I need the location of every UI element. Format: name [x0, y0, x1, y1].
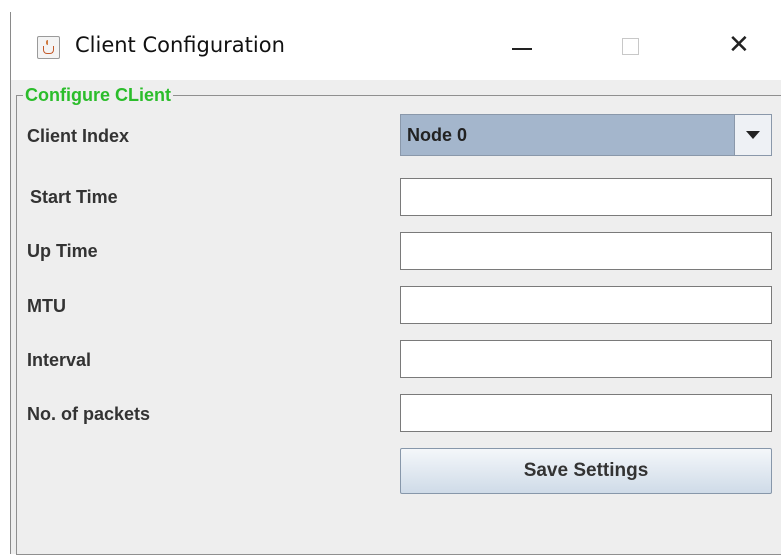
- client-configuration-window: Client Configuration ✕ Configure CLient …: [10, 12, 781, 555]
- java-cup-icon: [37, 36, 60, 59]
- interval-input[interactable]: [400, 340, 772, 378]
- minimize-icon: [512, 48, 532, 50]
- packets-label: No. of packets: [27, 404, 151, 424]
- up-time-label: Up Time: [27, 241, 98, 261]
- save-settings-button[interactable]: Save Settings: [400, 448, 772, 494]
- window-title: Client Configuration: [75, 33, 285, 57]
- start-time-input[interactable]: [400, 178, 772, 216]
- client-index-dropdown[interactable]: Node 0: [400, 114, 772, 156]
- up-time-input[interactable]: [400, 232, 772, 270]
- close-button[interactable]: ✕: [713, 28, 763, 66]
- dropdown-arrow-button[interactable]: [734, 115, 771, 155]
- packets-input[interactable]: [400, 394, 772, 432]
- mtu-label: MTU: [27, 296, 66, 316]
- group-title: Configure CLient: [23, 84, 173, 106]
- client-index-selected: Node 0: [407, 125, 468, 145]
- start-time-label: Start Time: [30, 187, 118, 207]
- chevron-down-icon: [746, 131, 760, 139]
- interval-label: Interval: [27, 350, 92, 370]
- mtu-input[interactable]: [400, 286, 772, 324]
- title-bar[interactable]: Client Configuration ✕: [11, 12, 781, 80]
- maximize-button[interactable]: [605, 28, 655, 66]
- maximize-icon: [622, 38, 639, 55]
- close-icon: ✕: [728, 30, 750, 60]
- minimize-button[interactable]: [495, 28, 545, 66]
- client-index-label: Client Index: [27, 126, 130, 146]
